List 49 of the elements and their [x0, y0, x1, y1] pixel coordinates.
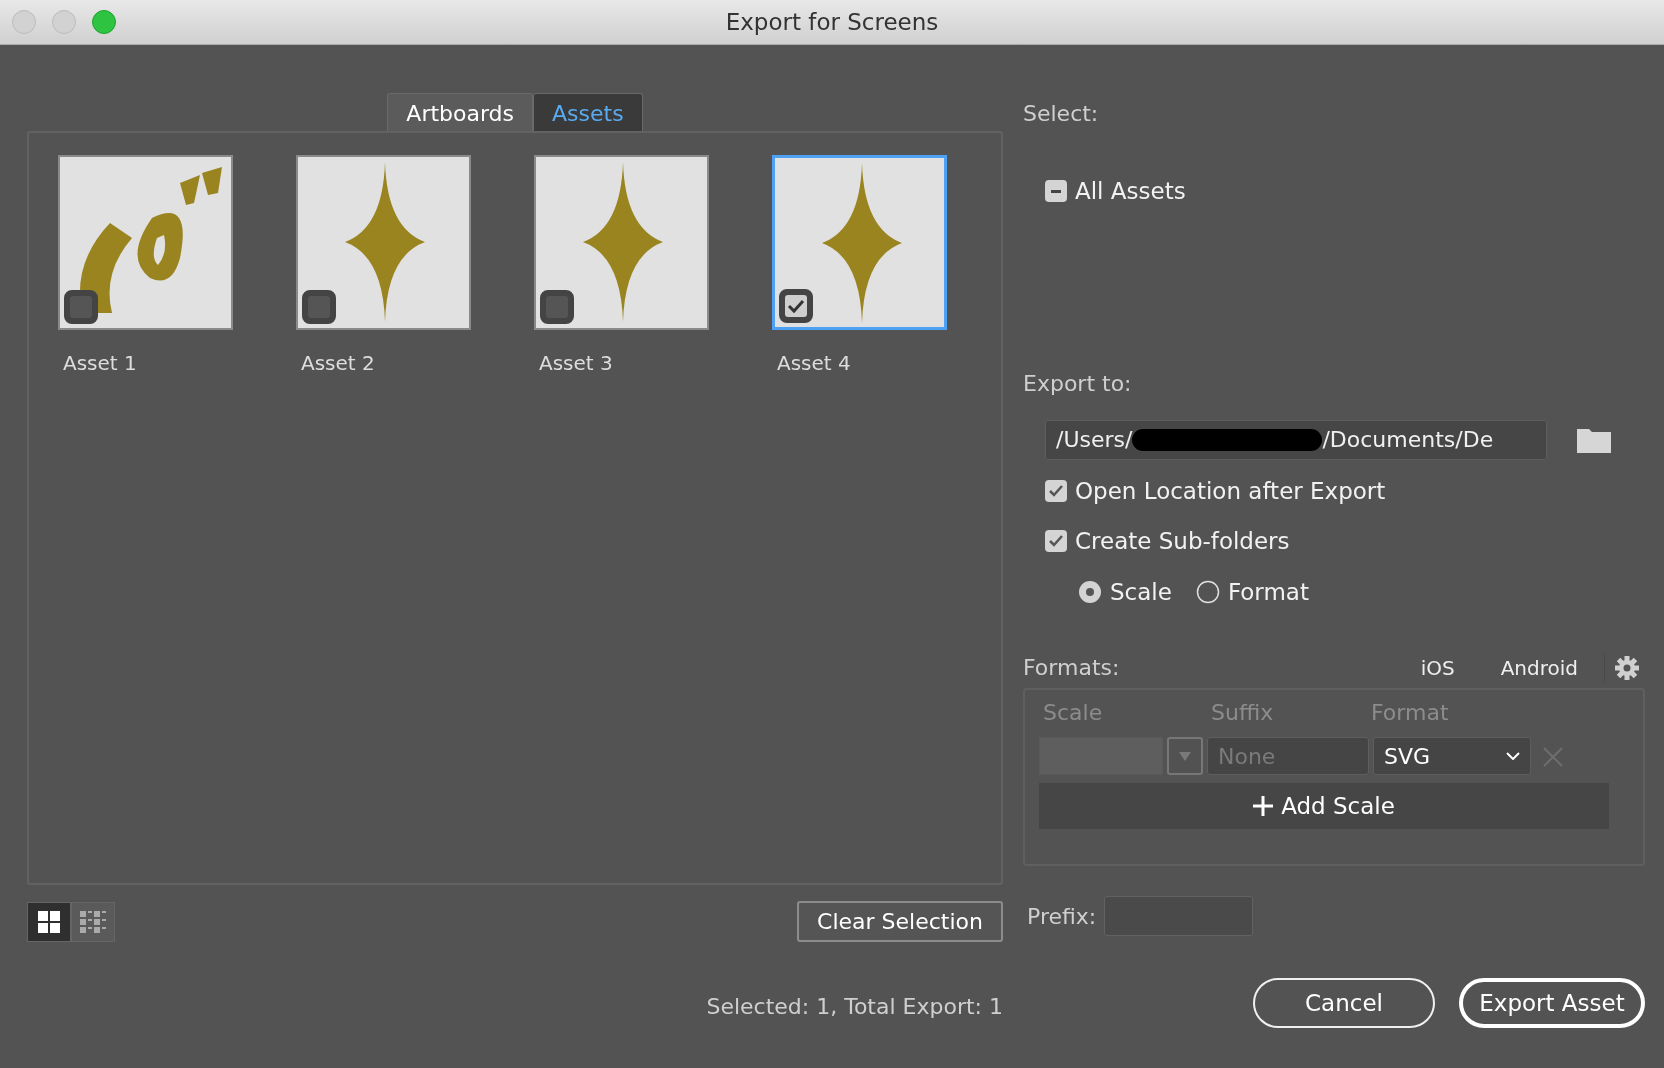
plus-icon: [1253, 796, 1274, 816]
asset-thumbnail[interactable]: [772, 155, 947, 330]
tab[interactable]: Assets: [533, 93, 643, 131]
asset-label: Asset 4: [776, 350, 852, 377]
prefix-field[interactable]: [1104, 896, 1254, 936]
export-button[interactable]: Export Asset: [1459, 978, 1645, 1028]
asset-thumbnail[interactable]: [296, 155, 471, 330]
tab[interactable]: Artboards: [387, 93, 534, 131]
preset-link[interactable]: iOS: [1420, 652, 1455, 683]
checkbox-label: Open Location after Export: [1075, 476, 1386, 506]
radio-button[interactable]: [1195, 579, 1220, 604]
triangle-down-icon: [1179, 751, 1191, 761]
clear-selection-button[interactable]: Clear Selection: [797, 901, 1003, 942]
add-scale-button[interactable]: Add Scale: [1039, 783, 1609, 829]
checkbox-label: All Assets: [1075, 177, 1186, 206]
checkbox[interactable]: [301, 289, 337, 325]
checkbox[interactable]: [539, 289, 575, 325]
caret-icon: [1506, 752, 1520, 760]
radio-button[interactable]: [1078, 579, 1102, 604]
checkbox[interactable]: [1045, 180, 1067, 203]
checkbox[interactable]: [1045, 479, 1067, 502]
list-icon: [80, 910, 106, 933]
export-path-field[interactable]: /Users/ /Documents/De: [1045, 419, 1547, 460]
asset-thumbnail[interactable]: [534, 155, 709, 330]
checkbox-label: Create Sub-folders: [1075, 527, 1290, 556]
format-dropdown[interactable]: SVG: [1373, 737, 1531, 775]
settings-icon[interactable]: [1615, 655, 1639, 680]
grid-icon: [38, 910, 60, 933]
grid-view-button[interactable]: [27, 901, 71, 942]
radio-label: Scale: [1110, 577, 1172, 607]
asset-label: Asset 3: [538, 350, 614, 377]
radio-label: Format: [1227, 577, 1309, 607]
select-label: Select:: [1023, 100, 1100, 128]
checkbox[interactable]: [1045, 530, 1067, 553]
column-header: Suffix: [1211, 699, 1275, 727]
folder-icon[interactable]: [1577, 426, 1611, 453]
checkbox[interactable]: [63, 289, 99, 325]
status-text: Selected: 1, Total Export: 1: [705, 993, 1003, 1021]
prefix-label: Prefix:: [1027, 902, 1097, 931]
column-header: Format: [1371, 699, 1450, 727]
preset-link[interactable]: Android: [1500, 652, 1578, 683]
window-title: Export for Screens: [725, 7, 939, 37]
asset-label: Asset 1: [62, 350, 138, 377]
export-to-label: Export to:: [1023, 369, 1133, 398]
column-header: Scale: [1043, 699, 1104, 727]
asset-label: Asset 2: [300, 350, 376, 377]
cancel-button[interactable]: Cancel: [1253, 978, 1435, 1028]
formats-label: Formats:: [1023, 654, 1121, 682]
checkbox[interactable]: [778, 288, 814, 324]
